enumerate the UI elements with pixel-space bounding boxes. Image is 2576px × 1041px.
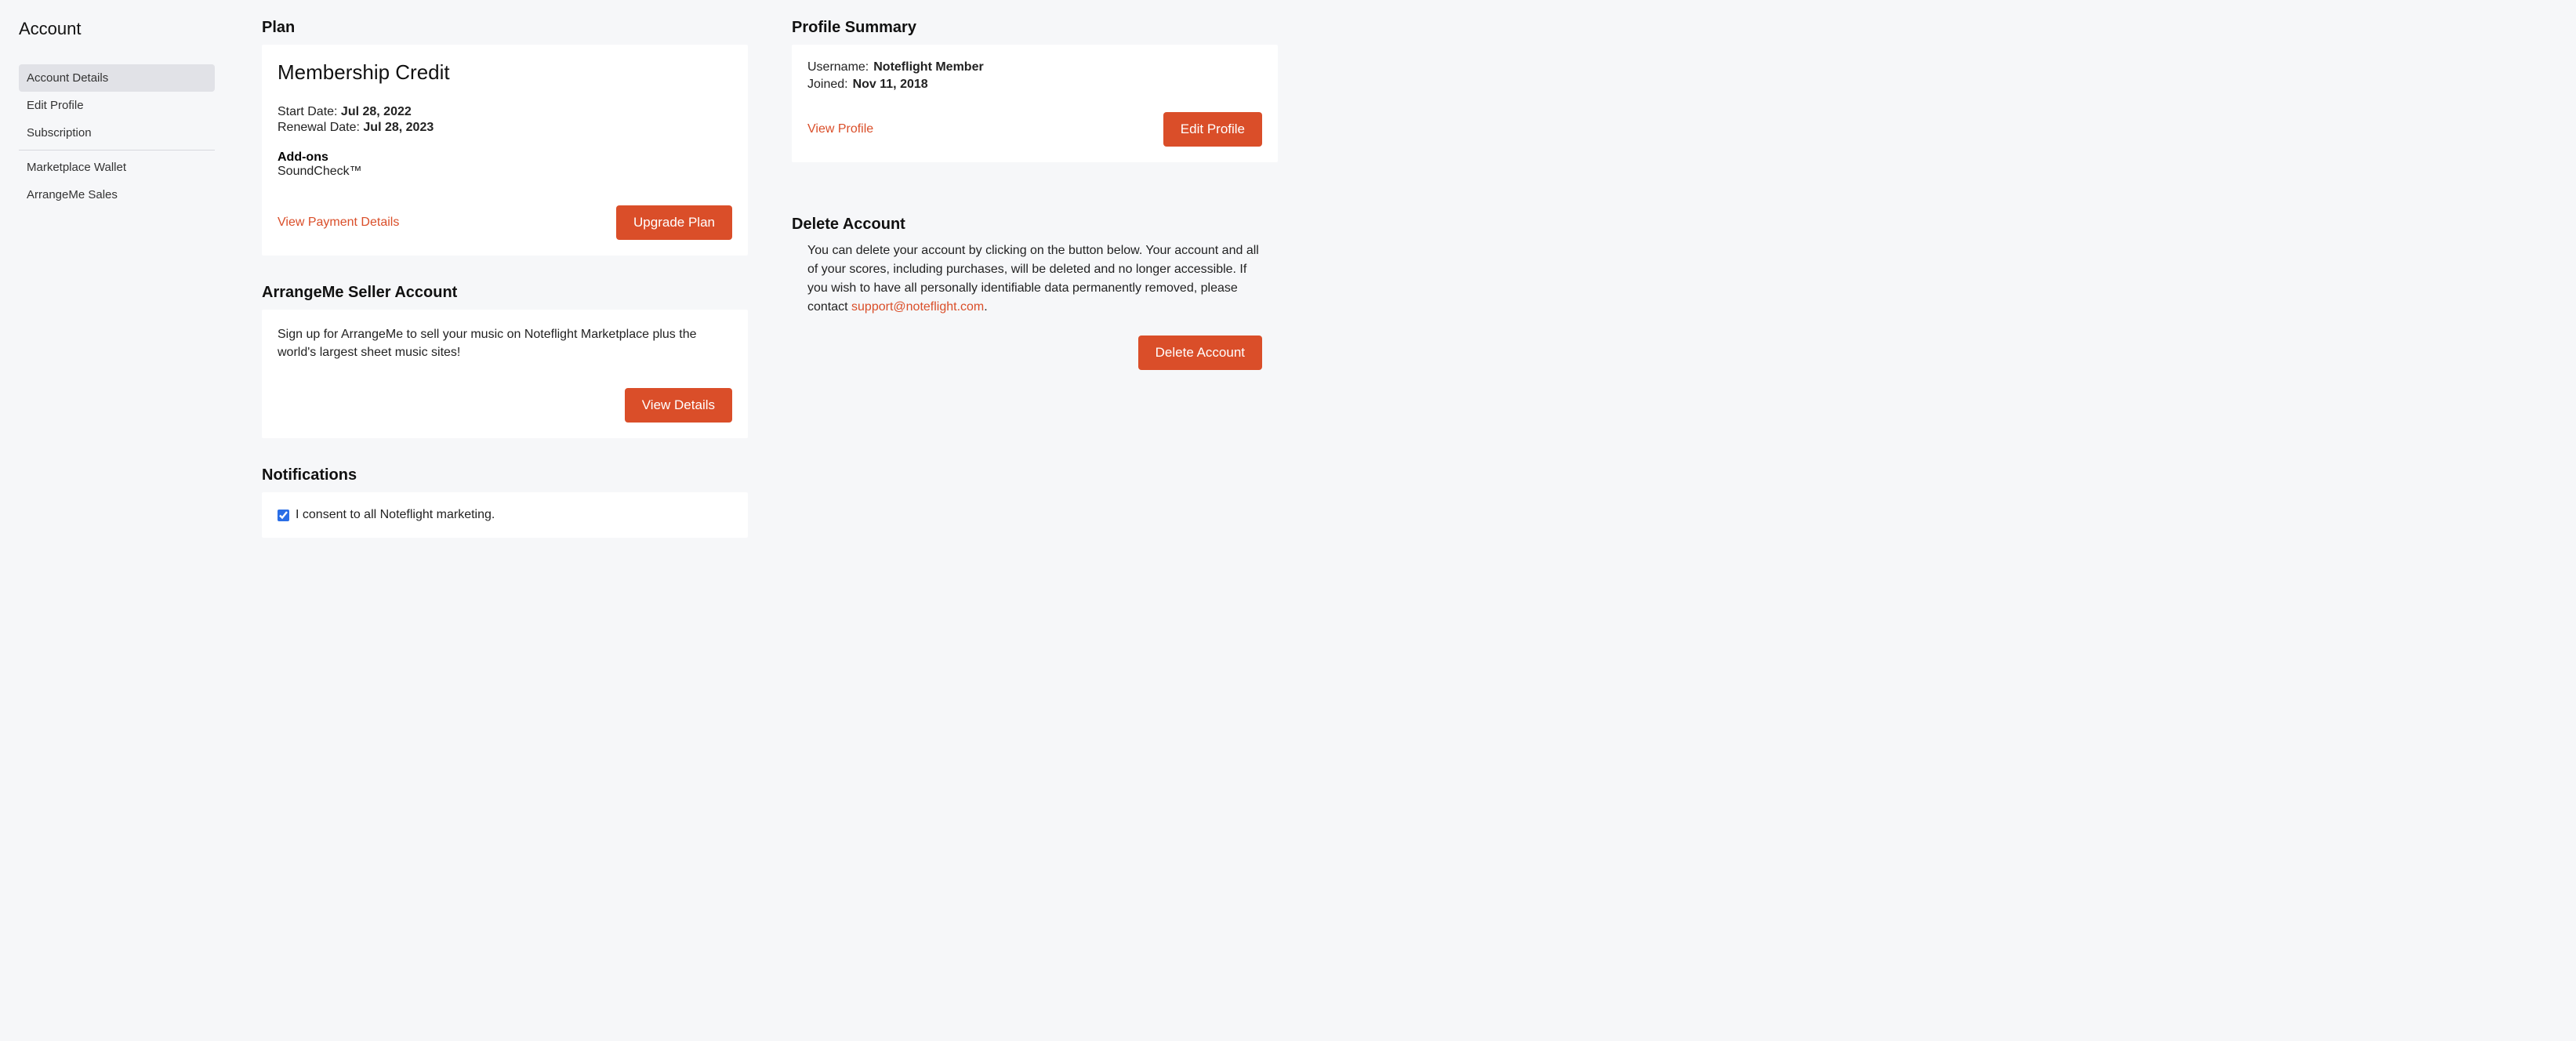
main-content: Plan Membership Credit Start Date: Jul 2… xyxy=(262,19,2557,1022)
plan-renewal-value: Jul 28, 2023 xyxy=(363,121,434,134)
delete-card: You can delete your account by clicking … xyxy=(792,241,1278,370)
sidebar-item-marketplace-wallet[interactable]: Marketplace Wallet xyxy=(19,154,215,181)
account-page: Account Account Details Edit Profile Sub… xyxy=(0,0,2576,1041)
profile-actions: View Profile Edit Profile xyxy=(807,112,1262,147)
plan-start-label: Start Date: xyxy=(278,105,341,118)
profile-username-label: Username: xyxy=(807,60,869,74)
view-profile-link[interactable]: View Profile xyxy=(807,122,873,136)
sidebar-nav: Account Details Edit Profile Subscriptio… xyxy=(19,64,215,209)
consent-row: I consent to all Noteflight marketing. xyxy=(278,508,732,522)
upgrade-plan-button[interactable]: Upgrade Plan xyxy=(616,205,732,240)
plan-addons-label: Add-ons xyxy=(278,151,732,165)
view-payment-details-link[interactable]: View Payment Details xyxy=(278,216,399,230)
arrangeme-heading: ArrangeMe Seller Account xyxy=(262,284,748,302)
plan-addons-value: SoundCheck™ xyxy=(278,165,732,179)
plan-renewal-date: Renewal Date: Jul 28, 2023 xyxy=(278,121,732,135)
delete-heading: Delete Account xyxy=(792,216,1278,234)
sidebar-title: Account xyxy=(19,19,215,39)
plan-name: Membership Credit xyxy=(278,60,732,85)
right-column: Profile Summary Username: Noteflight Memb… xyxy=(792,19,1278,1022)
sidebar-divider xyxy=(19,150,215,151)
plan-card: Membership Credit Start Date: Jul 28, 20… xyxy=(262,45,748,256)
support-email-link[interactable]: support@noteflight.com xyxy=(851,300,984,314)
sidebar-item-arrangeme-sales[interactable]: ArrangeMe Sales xyxy=(19,181,215,209)
consent-label[interactable]: I consent to all Noteflight marketing. xyxy=(296,508,495,522)
profile-card: Username: Noteflight Member Joined: Nov 11… xyxy=(792,45,1278,162)
sidebar: Account Account Details Edit Profile Sub… xyxy=(19,19,215,1022)
plan-actions: View Payment Details Upgrade Plan xyxy=(278,205,732,240)
plan-renewal-label: Renewal Date: xyxy=(278,121,363,134)
notifications-card: I consent to all Noteflight marketing. xyxy=(262,492,748,538)
plan-start-value: Jul 28, 2022 xyxy=(341,105,412,118)
profile-username-value: Noteflight Member xyxy=(873,60,983,74)
arrangeme-actions: View Details xyxy=(278,388,732,423)
left-column: Plan Membership Credit Start Date: Jul 2… xyxy=(262,19,748,1022)
profile-username: Username: Noteflight Member xyxy=(807,60,1262,74)
arrangeme-card: Sign up for ArrangeMe to sell your music… xyxy=(262,310,748,438)
sidebar-item-account-details[interactable]: Account Details xyxy=(19,64,215,92)
delete-text: You can delete your account by clicking … xyxy=(807,241,1262,317)
arrangeme-desc: Sign up for ArrangeMe to sell your music… xyxy=(278,325,732,361)
profile-heading: Profile Summary xyxy=(792,19,1278,37)
delete-period: . xyxy=(984,300,987,314)
profile-joined: Joined: Nov 11, 2018 xyxy=(807,78,1262,92)
profile-joined-label: Joined: xyxy=(807,78,848,91)
sidebar-item-edit-profile[interactable]: Edit Profile xyxy=(19,92,215,119)
delete-account-button[interactable]: Delete Account xyxy=(1138,336,1262,370)
delete-actions: Delete Account xyxy=(807,336,1262,370)
plan-heading: Plan xyxy=(262,19,748,37)
profile-joined-value: Nov 11, 2018 xyxy=(853,78,928,91)
consent-checkbox[interactable] xyxy=(278,510,289,521)
view-details-button[interactable]: View Details xyxy=(625,388,732,423)
edit-profile-button[interactable]: Edit Profile xyxy=(1163,112,1262,147)
plan-start-date: Start Date: Jul 28, 2022 xyxy=(278,105,732,119)
sidebar-item-subscription[interactable]: Subscription xyxy=(19,119,215,147)
notifications-heading: Notifications xyxy=(262,466,748,484)
